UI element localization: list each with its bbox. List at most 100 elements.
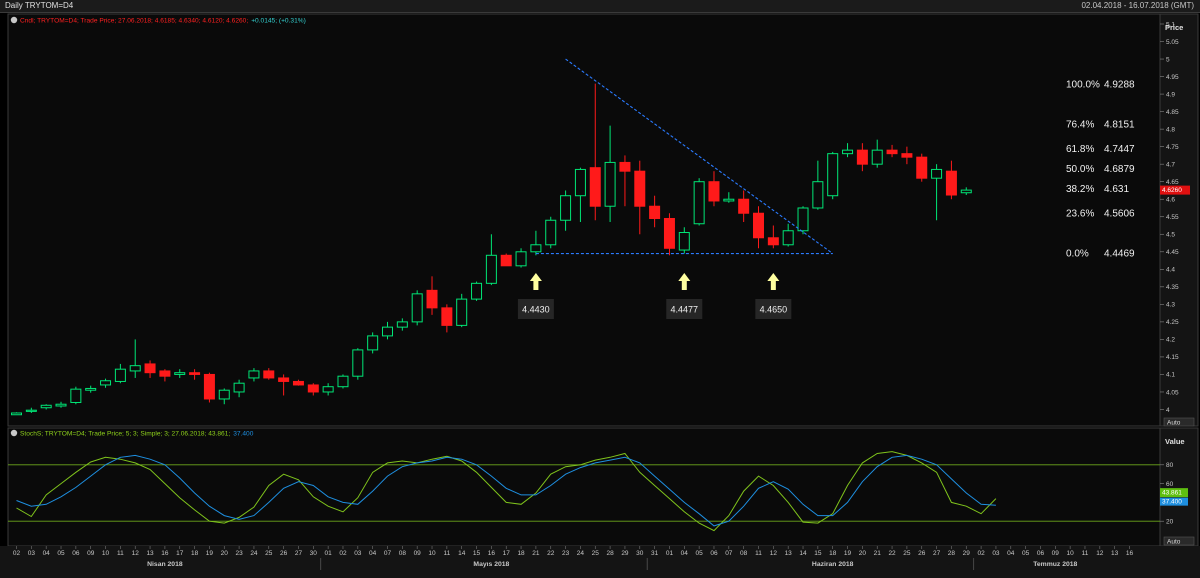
date-tick-label: 28 xyxy=(948,550,956,557)
legend-dot-icon xyxy=(10,429,18,437)
price-auto-button[interactable]: Auto xyxy=(1163,417,1195,427)
date-tick-label: 06 xyxy=(1037,550,1045,557)
date-tick-label: 02 xyxy=(339,550,347,557)
candle-body-down xyxy=(263,370,275,379)
candle[interactable] xyxy=(693,178,705,226)
price-auto-label[interactable]: Auto xyxy=(1167,420,1181,427)
candle[interactable] xyxy=(352,348,364,380)
candle[interactable] xyxy=(70,386,82,405)
price-axis-title: Price xyxy=(1165,23,1183,32)
candle-body-up xyxy=(352,349,364,377)
candle-body-down xyxy=(767,237,779,246)
fib-percent-label: 0.0% xyxy=(1066,248,1089,259)
chart-canvas[interactable]: 4 4.05 4.1 4.15 4.2 4.25 4.3 4.35 4.4 4.45 4.5 4.55… xyxy=(0,0,1200,578)
candle-body-down xyxy=(619,161,631,172)
candle[interactable] xyxy=(411,290,423,326)
date-tick-label: 15 xyxy=(814,550,822,557)
price-tick-label: 4.8 xyxy=(1166,126,1175,133)
candle-body-up xyxy=(530,244,542,253)
candle[interactable] xyxy=(456,293,468,328)
candle-body-down xyxy=(901,153,913,158)
fib-percent-label: 23.6% xyxy=(1066,209,1094,220)
candle-body-up xyxy=(129,365,141,372)
annotation-value: 4.4650 xyxy=(760,305,788,315)
price-tick-label: 4.55 xyxy=(1166,214,1179,221)
candle-body-up xyxy=(174,372,186,375)
candle[interactable] xyxy=(500,253,512,267)
date-tick-label: 04 xyxy=(369,550,377,557)
stoch-k-value: 43.861 xyxy=(1162,490,1182,497)
price-tick-label: 4.95 xyxy=(1166,74,1179,81)
candle-body-up xyxy=(55,403,67,407)
date-tick-label: 03 xyxy=(992,550,1000,557)
date-tick-label: 03 xyxy=(28,550,36,557)
date-tick-label: 11 xyxy=(1082,550,1089,557)
price-plot-area[interactable] xyxy=(7,13,1161,427)
price-tick-label: 4.45 xyxy=(1166,249,1179,256)
fib-percent-label: 100.0% xyxy=(1066,79,1100,90)
date-tick-label: 25 xyxy=(903,550,911,557)
fib-value-label: 4.5606 xyxy=(1104,209,1135,220)
date-tick-label: 10 xyxy=(102,550,110,557)
date-tick-label: 12 xyxy=(770,550,778,557)
candle-body-up xyxy=(70,388,82,403)
candle-body-up xyxy=(322,386,334,393)
price-tick-label: 4.35 xyxy=(1166,284,1179,291)
date-tick-label: 09 xyxy=(1052,550,1060,557)
candle-body-down xyxy=(753,212,764,239)
candle-body-up xyxy=(367,335,379,351)
candle[interactable] xyxy=(471,281,483,301)
stoch-legend: StochS; TRYTOM=D4; Trade Price; 5; 3; Si… xyxy=(10,429,254,438)
date-tick-label: 11 xyxy=(443,550,450,557)
price-tick-label: 4.6 xyxy=(1166,197,1175,204)
date-tick-label: 23 xyxy=(562,550,570,557)
candle-body-up xyxy=(693,181,705,225)
candle-body-up xyxy=(960,189,972,194)
candle-body-up xyxy=(797,207,809,232)
candle[interactable] xyxy=(916,153,928,182)
candle-body-up xyxy=(40,404,52,409)
date-tick-label: 14 xyxy=(799,550,807,557)
stoch-tick-label: 20 xyxy=(1166,519,1174,526)
date-tick-label: 05 xyxy=(57,550,65,557)
fib-value-label: 4.9288 xyxy=(1104,79,1135,90)
candle-body-down xyxy=(886,149,898,155)
candle[interactable] xyxy=(367,332,379,354)
candle-body-down xyxy=(738,198,750,214)
price-tick-label: 4.3 xyxy=(1166,302,1175,309)
stoch-k-tag: 43.861 xyxy=(1160,488,1188,498)
stoch-plot-area[interactable] xyxy=(7,427,1161,547)
date-tick-label: 17 xyxy=(176,550,184,557)
date-tick-label: 09 xyxy=(87,550,95,557)
candle-body-up xyxy=(382,326,393,337)
date-tick-label: 16 xyxy=(1126,550,1134,557)
candle[interactable] xyxy=(827,151,839,200)
date-tick-label: 30 xyxy=(310,550,318,557)
price-tick-label: 4.1 xyxy=(1166,372,1175,379)
stoch-auto-button[interactable]: Auto xyxy=(1163,536,1195,546)
fib-percent-label: 50.0% xyxy=(1066,164,1094,175)
candle[interactable] xyxy=(203,372,215,403)
candle-body-up xyxy=(782,230,794,246)
candle-body-down xyxy=(426,289,438,309)
candle-body-down xyxy=(189,372,201,375)
last-price-tag: 4.6260 xyxy=(1160,185,1190,195)
date-tick-label: 29 xyxy=(621,550,629,557)
candle-body-up xyxy=(100,380,112,386)
candle[interactable] xyxy=(797,206,809,235)
date-tick-label: 07 xyxy=(384,550,392,557)
date-tick-label: 16 xyxy=(161,550,169,557)
date-tick-label: 18 xyxy=(517,550,525,557)
date-tick-label: 27 xyxy=(933,550,941,557)
price-tick-label: 4.2 xyxy=(1166,337,1175,344)
candle-body-up xyxy=(871,149,883,165)
date-tick-label: 15 xyxy=(473,550,481,557)
candle-body-up xyxy=(25,409,37,412)
stoch-auto-label[interactable]: Auto xyxy=(1167,539,1181,546)
candle[interactable] xyxy=(11,412,22,416)
candle-body-up xyxy=(545,219,557,246)
date-tick-label: 21 xyxy=(532,550,540,557)
candle[interactable] xyxy=(545,216,557,249)
date-tick-label: 13 xyxy=(1111,550,1119,557)
candle[interactable] xyxy=(337,374,349,389)
